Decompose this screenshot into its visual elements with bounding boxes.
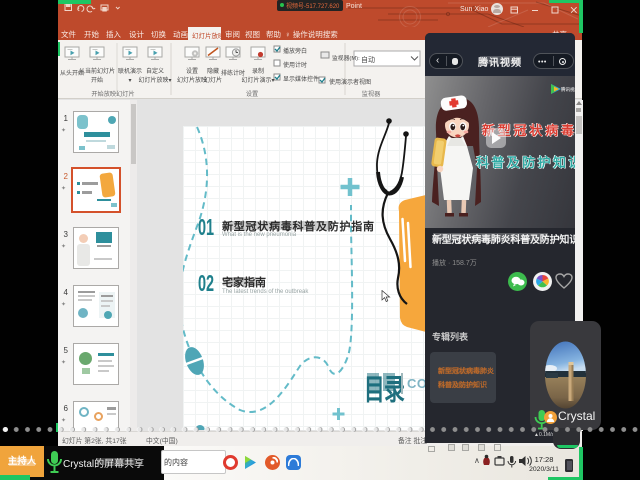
svg-text:腾讯视频: 腾讯视频 — [561, 86, 575, 93]
